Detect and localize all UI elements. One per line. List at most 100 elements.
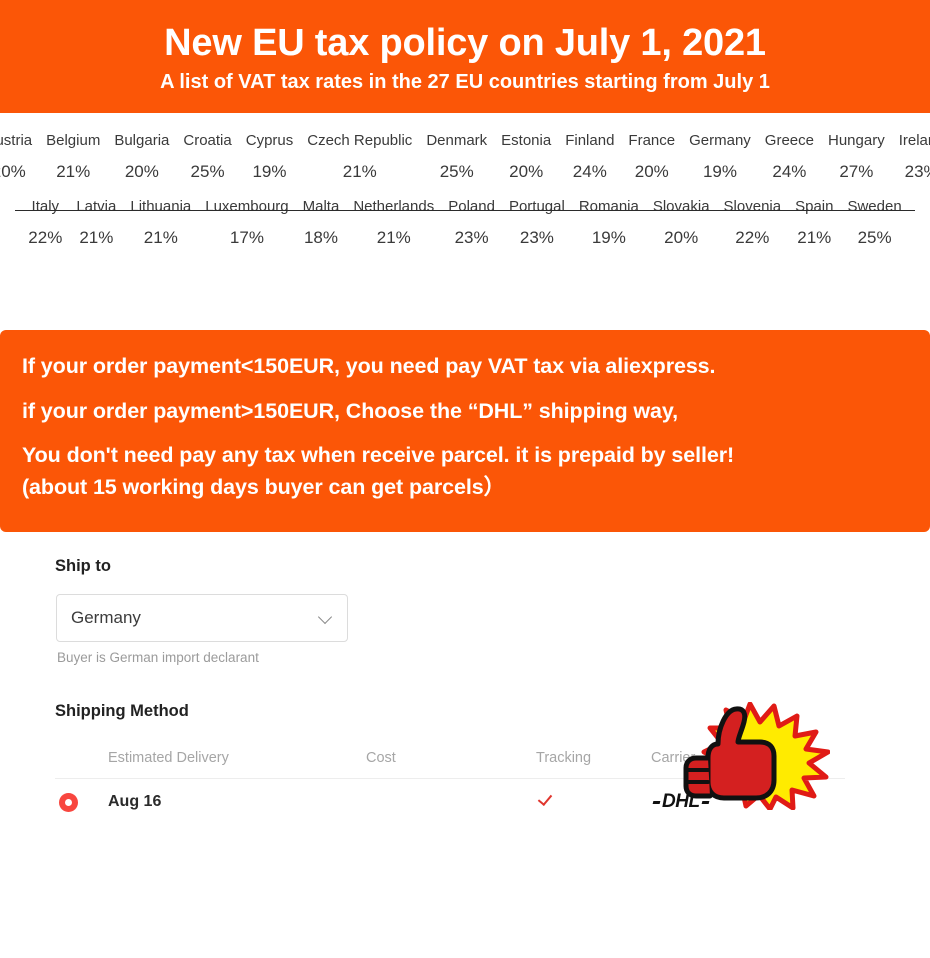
vat-rate: 24%	[572, 161, 607, 181]
vat-cell: Cyprus 19%	[239, 132, 301, 181]
vat-country: Spain	[795, 198, 834, 216]
vat-rate: 19%	[591, 227, 626, 247]
table-row[interactable]: Aug 16 DHL	[55, 779, 845, 825]
vat-country: Greece	[764, 132, 814, 149]
vat-rate: 22%	[28, 227, 63, 247]
vat-rate: 18%	[303, 227, 338, 247]
vat-cell: Slovakia 20%	[646, 199, 717, 247]
vat-table-divider	[15, 210, 915, 211]
vat-cell: Luxembourg 17%	[198, 199, 295, 247]
cell-estimated-delivery: Aug 16	[108, 793, 366, 811]
notice-line-1: If your order payment<150EUR, you need p…	[22, 354, 716, 378]
vat-cell: Croatia 25%	[176, 132, 238, 181]
vat-row-2: Italy 22% Latvia 21% Lithuania 21% Luxem…	[0, 181, 930, 247]
vat-cell: France 20%	[621, 132, 682, 181]
vat-cell: Estonia 20%	[494, 132, 558, 181]
ship-to-country-value: Germany	[71, 608, 141, 627]
column-header-cost: Cost	[366, 749, 396, 766]
vat-cell: Germany 19%	[682, 132, 758, 181]
vat-country: Netherlands	[353, 198, 435, 216]
vat-rate: 25%	[439, 161, 474, 181]
vat-rate: 21%	[56, 161, 91, 181]
vat-cell: Lithuania 21%	[123, 199, 198, 247]
vat-country: Belgium	[46, 132, 101, 149]
dhl-logo-text: DHL	[662, 791, 700, 813]
vat-cell: Portugal 23%	[502, 199, 572, 247]
vat-country: Czech Republic	[307, 132, 413, 149]
vat-rate: 19%	[252, 161, 287, 181]
vat-rate: 25%	[857, 227, 892, 247]
dhl-logo: DHL	[651, 791, 711, 813]
notice-line-2: if your order payment>150EUR, Choose the…	[22, 398, 679, 423]
vat-rate: 23%	[519, 227, 554, 247]
vat-cell: Bulgaria 20%	[107, 132, 176, 181]
vat-rate: 21%	[143, 227, 178, 247]
vat-cell: Ireland 23%	[892, 132, 930, 181]
column-header-tracking: Tracking	[536, 749, 592, 766]
vat-rate: 23%	[904, 161, 930, 181]
vat-country: Cyprus	[245, 132, 294, 149]
column-header-estimated-delivery: Estimated Delivery	[108, 749, 229, 766]
page-subtitle: A list of VAT tax rates in the 27 EU cou…	[160, 71, 770, 94]
vat-country: Slovenia	[723, 198, 782, 216]
vat-cell: Czech Republic 21%	[300, 132, 419, 181]
promo-page: New EU tax policy on July 1, 2021 A list…	[0, 0, 930, 958]
vat-cell: Slovenia 22%	[717, 199, 789, 247]
ship-to-country-select[interactable]: Germany	[56, 594, 348, 642]
shipping-method-table: Estimated Delivery Cost Tracking Carrier…	[55, 737, 845, 825]
promo-banner: New EU tax policy on July 1, 2021 A list…	[0, 0, 930, 113]
vat-country: Romania	[578, 198, 639, 216]
cell-carrier: DHL	[651, 791, 771, 814]
vat-rate: 20%	[664, 227, 699, 247]
vat-country: Sweden	[847, 198, 902, 216]
vat-country: Finland	[565, 132, 615, 149]
vat-country: Bulgaria	[114, 132, 170, 149]
vat-country: Ireland	[898, 132, 930, 149]
vat-country: Germany	[689, 132, 751, 149]
notice-line-3: You don't need pay any tax when receive …	[22, 443, 735, 467]
vat-rate: 21%	[79, 227, 114, 247]
chevron-down-icon	[319, 611, 333, 625]
vat-rate: 22%	[735, 227, 770, 247]
column-header-carrier: Carrier	[651, 749, 696, 766]
cell-tracking	[536, 791, 651, 814]
vat-rate: 20%	[634, 161, 669, 181]
vat-country: Hungary	[828, 132, 885, 149]
vat-cell: Denmark 25%	[419, 132, 494, 181]
vat-cell: Hungary 27%	[821, 132, 892, 181]
vat-country: France	[628, 132, 676, 149]
shipping-option-radio[interactable]	[55, 792, 108, 812]
vat-country: Latvia	[76, 198, 117, 216]
vat-country: Portugal	[508, 198, 565, 216]
import-declarant-note: Buyer is German import declarant	[57, 650, 259, 665]
vat-cell: Netherlands 21%	[346, 199, 441, 247]
vat-rate: 25%	[190, 161, 225, 181]
estimated-delivery-value: Aug 16	[108, 793, 162, 810]
vat-row-1: Austria 20% Belgium 21% Bulgaria 20% Cro…	[0, 113, 930, 181]
vat-country: Poland	[448, 198, 495, 216]
ship-to-label: Ship to	[55, 557, 111, 575]
vat-cell: Poland 23%	[441, 199, 502, 247]
radio-selected-icon	[59, 792, 78, 812]
notice-line-4: (about 15 working days buyer can get par…	[22, 474, 505, 499]
tax-notice-block: If your order payment<150EUR, you need p…	[0, 330, 930, 532]
vat-cell: Latvia 21%	[69, 199, 123, 247]
shipping-method-label: Shipping Method	[55, 702, 189, 720]
vat-cell: Finland 24%	[558, 132, 621, 181]
vat-country: Lithuania	[130, 198, 192, 216]
vat-rate: 27%	[839, 161, 874, 181]
vat-cell: Sweden 25%	[840, 199, 908, 247]
vat-rate-table: Austria 20% Belgium 21% Bulgaria 20% Cro…	[0, 113, 930, 325]
vat-rate: 20%	[509, 161, 544, 181]
vat-country: Denmark	[426, 132, 488, 149]
vat-cell: Malta 18%	[296, 199, 347, 247]
vat-country: Estonia	[501, 132, 552, 149]
vat-rate: 19%	[702, 161, 737, 181]
vat-country: Italy	[31, 198, 60, 216]
vat-cell: Belgium 21%	[39, 132, 107, 181]
check-icon	[536, 791, 554, 809]
checkout-form: Ship to Germany Buyer is German import d…	[0, 532, 930, 958]
vat-cell: Greece 24%	[758, 132, 821, 181]
vat-rate: 17%	[229, 227, 264, 247]
vat-country: Luxembourg	[205, 198, 289, 216]
